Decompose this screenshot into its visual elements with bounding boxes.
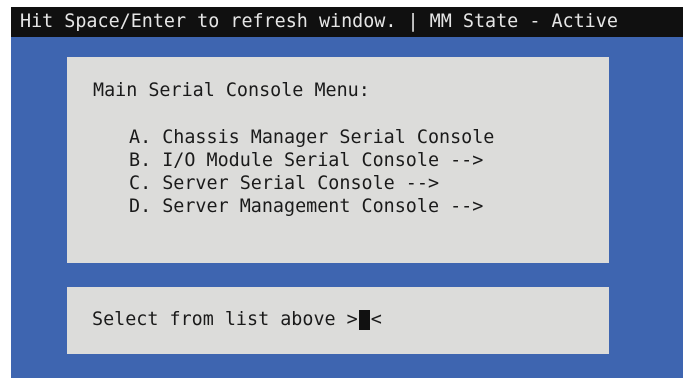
menu-item-chassis-manager-serial-console[interactable]: A. Chassis Manager Serial Console — [129, 126, 494, 149]
menu-panel: Main Serial Console Menu: A. Chassis Man… — [67, 57, 609, 263]
menu-item-server-serial-console[interactable]: C. Server Serial Console --> — [129, 172, 494, 195]
serial-console-terminal: Hit Space/Enter to refresh window. | MM … — [11, 7, 683, 378]
status-separator: | — [396, 11, 430, 32]
menu-item-io-module-serial-console[interactable]: B. I/O Module Serial Console --> — [129, 149, 494, 172]
input-panel: Select from list above > < — [67, 287, 609, 354]
menu-list: A. Chassis Manager Serial Console B. I/O… — [129, 126, 494, 218]
refresh-hint: Hit Space/Enter to refresh window. — [20, 11, 397, 32]
status-bar: Hit Space/Enter to refresh window. | MM … — [11, 7, 683, 37]
text-cursor — [358, 310, 370, 330]
selection-prompt-line[interactable]: Select from list above > < — [92, 308, 382, 332]
mm-state-status: MM State - Active — [429, 11, 618, 32]
prompt-suffix: < — [370, 309, 382, 330]
menu-title: Main Serial Console Menu: — [93, 80, 370, 101]
selection-prompt-label: Select from list above > — [92, 309, 358, 330]
menu-item-server-management-console[interactable]: D. Server Management Console --> — [129, 195, 494, 218]
